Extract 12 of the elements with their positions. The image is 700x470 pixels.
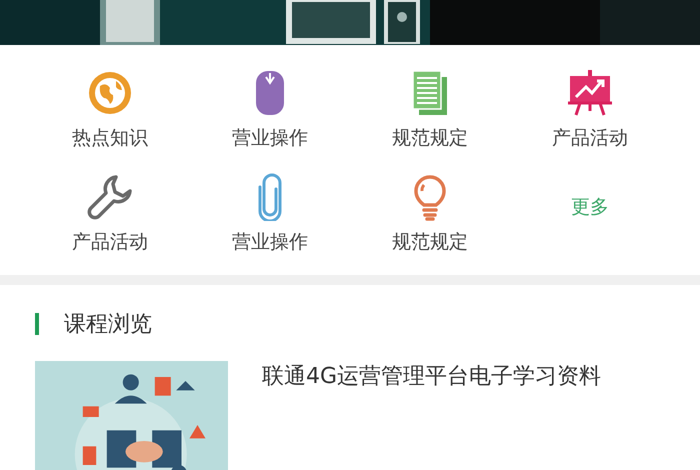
category-item[interactable]: 热点知识 [72, 69, 148, 151]
course-title[interactable]: 联通4G运营管理平台电子学习资料 [262, 361, 602, 391]
section-title: 课程浏览 [64, 311, 152, 339]
presentation-board-icon [566, 69, 614, 117]
category-item[interactable]: 产品活动 [552, 69, 628, 151]
wrench-icon [86, 173, 134, 221]
category-item[interactable]: 营业操作 [232, 69, 308, 151]
category-item[interactable]: 产品活动 [72, 173, 148, 255]
category-item[interactable]: 营业操作 [232, 173, 308, 255]
category-item[interactable]: 规范规定 [392, 69, 468, 151]
globe-icon [86, 69, 134, 117]
category-item[interactable]: 规范规定 [392, 173, 468, 255]
